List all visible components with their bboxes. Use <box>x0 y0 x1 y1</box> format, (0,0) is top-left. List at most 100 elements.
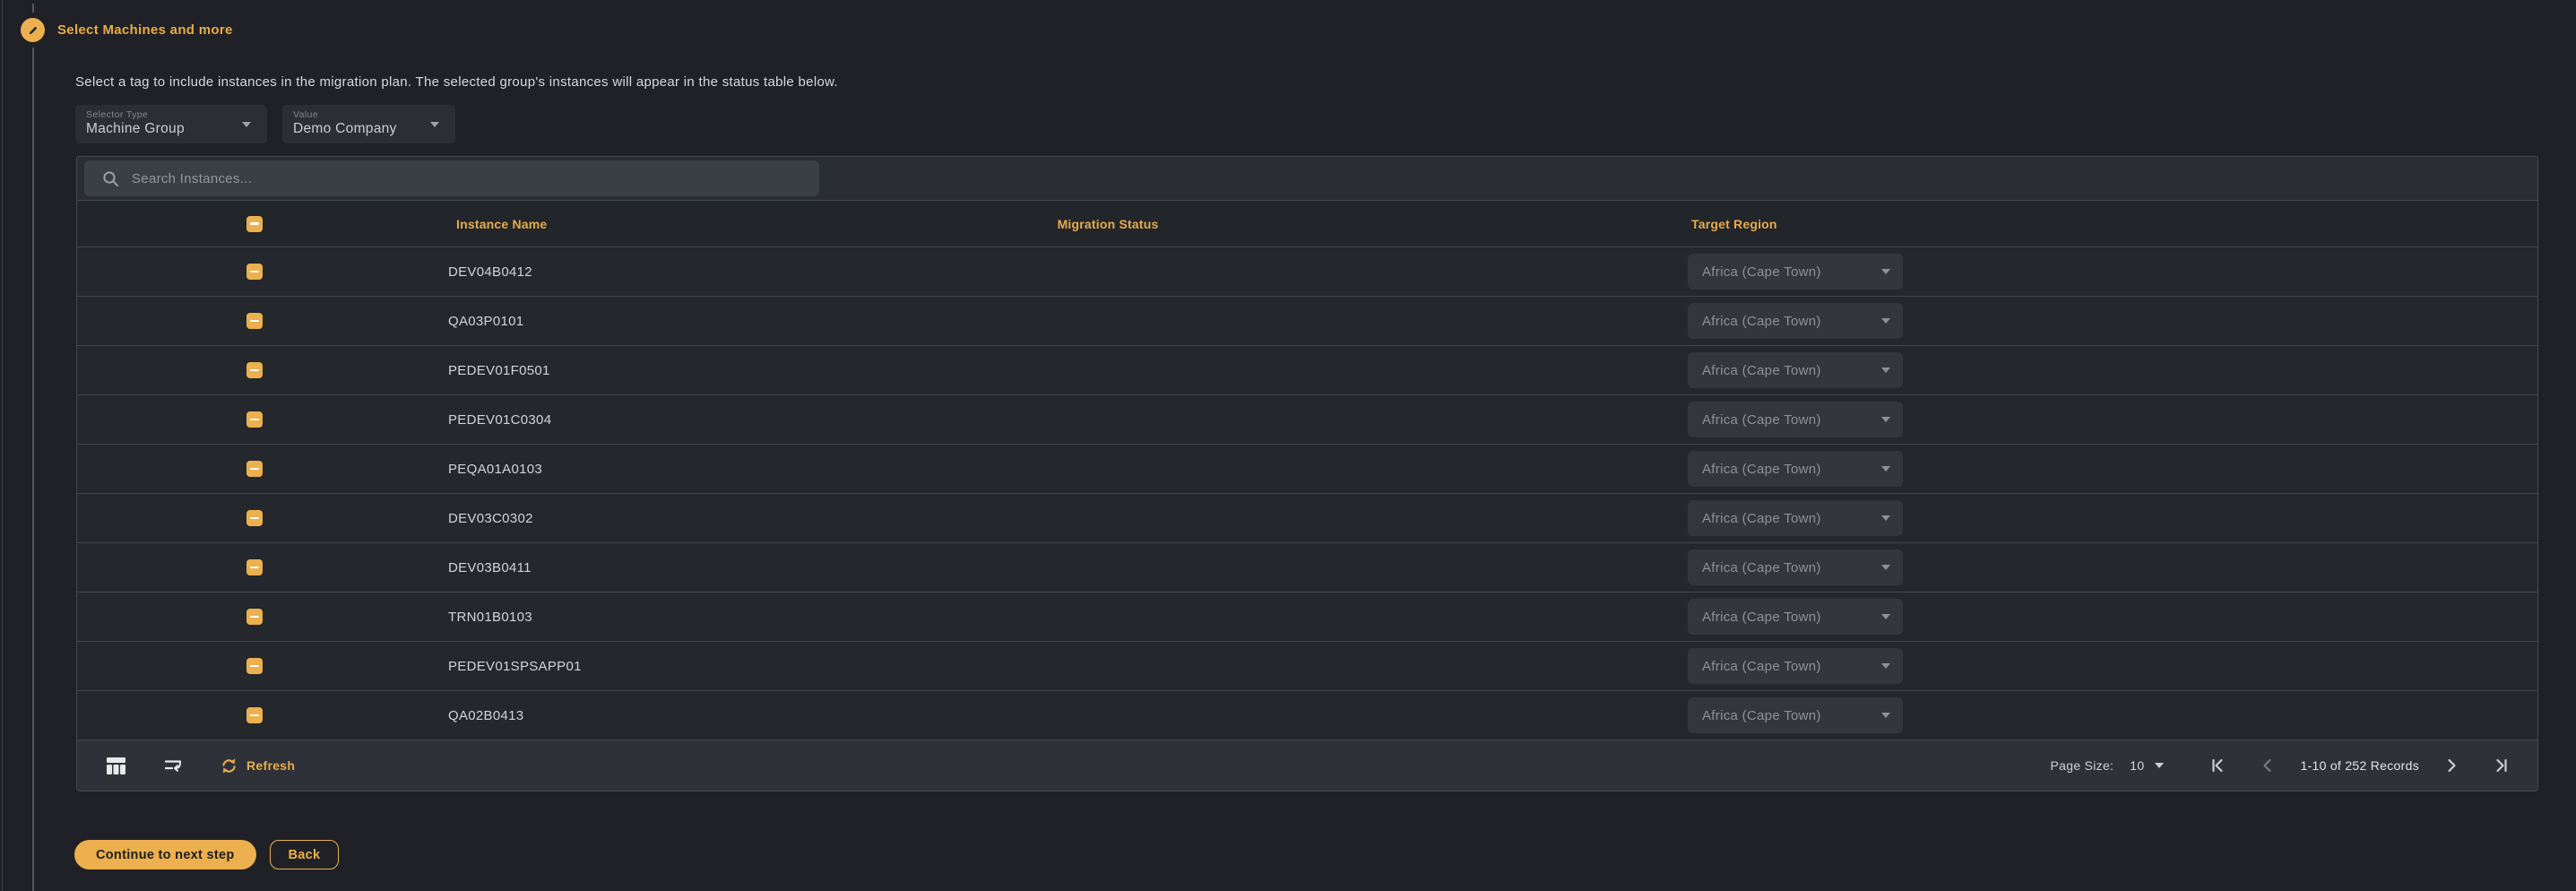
first-page-button[interactable] <box>2209 757 2226 774</box>
table-row: TRN01B0103 Africa (Cape Town) <box>77 592 2537 641</box>
table-columns-icon <box>106 757 126 775</box>
indeterminate-dash-icon <box>250 616 259 619</box>
stepper-progress-line <box>32 4 34 891</box>
target-region-select[interactable]: Africa (Cape Town) <box>1688 599 1903 635</box>
instance-name-cell: DEV04B0412 <box>431 264 942 280</box>
search-input[interactable] <box>132 171 807 186</box>
row-checkbox[interactable] <box>246 362 263 378</box>
table-header-row: Instance Name Migration Status Target Re… <box>77 200 2537 247</box>
row-checkbox[interactable] <box>246 313 263 329</box>
search-input-wrapper <box>84 160 819 196</box>
indeterminate-dash-icon <box>250 567 259 569</box>
page-size-select[interactable] <box>2155 763 2164 768</box>
chevron-down-icon <box>1881 565 1890 570</box>
target-region-select[interactable]: Africa (Cape Town) <box>1688 352 1903 388</box>
instances-table-panel: Instance Name Migration Status Target Re… <box>76 156 2538 792</box>
last-page-button[interactable] <box>2493 757 2511 774</box>
instance-name-cell: PEDEV01C0304 <box>431 412 942 428</box>
instance-name-cell: PEDEV01SPSAPP01 <box>431 659 942 674</box>
column-header-instance-name: Instance Name <box>431 217 942 231</box>
select-all-checkbox[interactable] <box>246 216 263 232</box>
target-region-select[interactable]: Africa (Cape Town) <box>1688 451 1903 487</box>
window-left-edge <box>2 0 3 891</box>
instance-name-cell: DEV03B0411 <box>431 560 942 575</box>
indeterminate-dash-icon <box>250 665 259 668</box>
step-edit-icon <box>21 18 45 42</box>
indeterminate-dash-icon <box>250 320 259 323</box>
table-row: PEDEV01C0304 Africa (Cape Town) <box>77 394 2537 444</box>
target-region-select[interactable]: Africa (Cape Town) <box>1688 402 1903 437</box>
refresh-icon <box>220 757 238 775</box>
next-page-icon <box>2442 757 2460 774</box>
flow-wrap-button[interactable] <box>164 757 184 774</box>
page-size-label: Page Size: <box>2051 758 2114 773</box>
next-page-button[interactable] <box>2442 757 2460 774</box>
row-checkbox[interactable] <box>246 510 263 526</box>
instance-name-cell: PEDEV01F0501 <box>431 363 942 378</box>
table-row: QA03P0101 Africa (Cape Town) <box>77 296 2537 345</box>
chevron-down-icon <box>242 122 251 127</box>
chevron-down-icon <box>1881 269 1890 274</box>
chevron-down-icon <box>1881 713 1890 718</box>
row-checkbox[interactable] <box>246 658 263 674</box>
row-checkbox[interactable] <box>246 559 263 575</box>
value-value: Demo Company <box>293 121 419 137</box>
table-row: PEDEV01SPSAPP01 Africa (Cape Town) <box>77 641 2537 690</box>
last-page-icon <box>2493 757 2511 774</box>
continue-button[interactable]: Continue to next step <box>74 840 256 869</box>
indeterminate-dash-icon <box>250 714 259 717</box>
target-region-value: Africa (Cape Town) <box>1702 659 1821 674</box>
indeterminate-dash-icon <box>250 468 259 471</box>
refresh-button[interactable]: Refresh <box>220 757 295 775</box>
filter-bar: Selector Type Machine Group Value Demo C… <box>75 105 455 143</box>
target-region-select[interactable]: Africa (Cape Town) <box>1688 549 1903 585</box>
target-region-select[interactable]: Africa (Cape Town) <box>1688 500 1903 536</box>
back-button[interactable]: Back <box>270 840 340 869</box>
indeterminate-dash-icon <box>250 517 259 520</box>
selector-type-select[interactable]: Selector Type Machine Group <box>75 105 267 143</box>
table-row: QA02B0413 Africa (Cape Town) <box>77 690 2537 740</box>
selector-type-value: Machine Group <box>86 121 231 137</box>
target-region-value: Africa (Cape Town) <box>1702 708 1821 723</box>
target-region-value: Africa (Cape Town) <box>1702 264 1821 280</box>
chevron-down-icon <box>1881 614 1890 619</box>
row-checkbox[interactable] <box>246 609 263 625</box>
target-region-value: Africa (Cape Town) <box>1702 363 1821 378</box>
chevron-down-icon <box>1881 318 1890 324</box>
wrap-flow-arrow-icon <box>164 757 184 774</box>
instance-name-cell: DEV03C0302 <box>431 511 942 526</box>
page-size-value: 10 <box>2130 758 2144 773</box>
target-region-select[interactable]: Africa (Cape Town) <box>1688 254 1903 290</box>
pagination-bar: Page Size: 10 1-10 of 252 Records <box>2051 757 2511 774</box>
target-region-value: Africa (Cape Town) <box>1702 412 1821 428</box>
table-footer: Refresh Page Size: 10 1-10 of 252 Record… <box>77 740 2537 791</box>
chevron-down-icon <box>1881 417 1890 422</box>
target-region-value: Africa (Cape Town) <box>1702 610 1821 625</box>
row-checkbox[interactable] <box>246 411 263 428</box>
previous-page-button[interactable] <box>2259 757 2277 774</box>
chevron-down-icon <box>1881 466 1890 471</box>
chevron-down-icon <box>430 122 439 127</box>
row-checkbox[interactable] <box>246 707 263 723</box>
column-settings-button[interactable] <box>106 757 126 775</box>
row-checkbox[interactable] <box>246 461 263 477</box>
table-row: DEV04B0412 Africa (Cape Town) <box>77 247 2537 296</box>
instance-name-cell: QA02B0413 <box>431 708 942 723</box>
row-checkbox[interactable] <box>246 264 263 280</box>
pencil-icon <box>27 24 39 37</box>
target-region-select[interactable]: Africa (Cape Town) <box>1688 697 1903 733</box>
chevron-down-icon <box>1881 515 1890 521</box>
target-region-value: Africa (Cape Town) <box>1702 462 1821 477</box>
step-description: Select a tag to include instances in the… <box>75 74 838 90</box>
table-row: PEQA01A0103 Africa (Cape Town) <box>77 444 2537 493</box>
selector-type-label: Selector Type <box>86 109 231 120</box>
search-row <box>77 157 2537 200</box>
value-select[interactable]: Value Demo Company <box>282 105 455 143</box>
target-region-select[interactable]: Africa (Cape Town) <box>1688 648 1903 684</box>
first-page-icon <box>2209 757 2226 774</box>
table-row: DEV03B0411 Africa (Cape Town) <box>77 542 2537 592</box>
target-region-select[interactable]: Africa (Cape Town) <box>1688 303 1903 339</box>
instance-name-cell: QA03P0101 <box>431 314 942 329</box>
refresh-label: Refresh <box>246 758 295 773</box>
wizard-actions: Continue to next step Back <box>74 840 339 869</box>
